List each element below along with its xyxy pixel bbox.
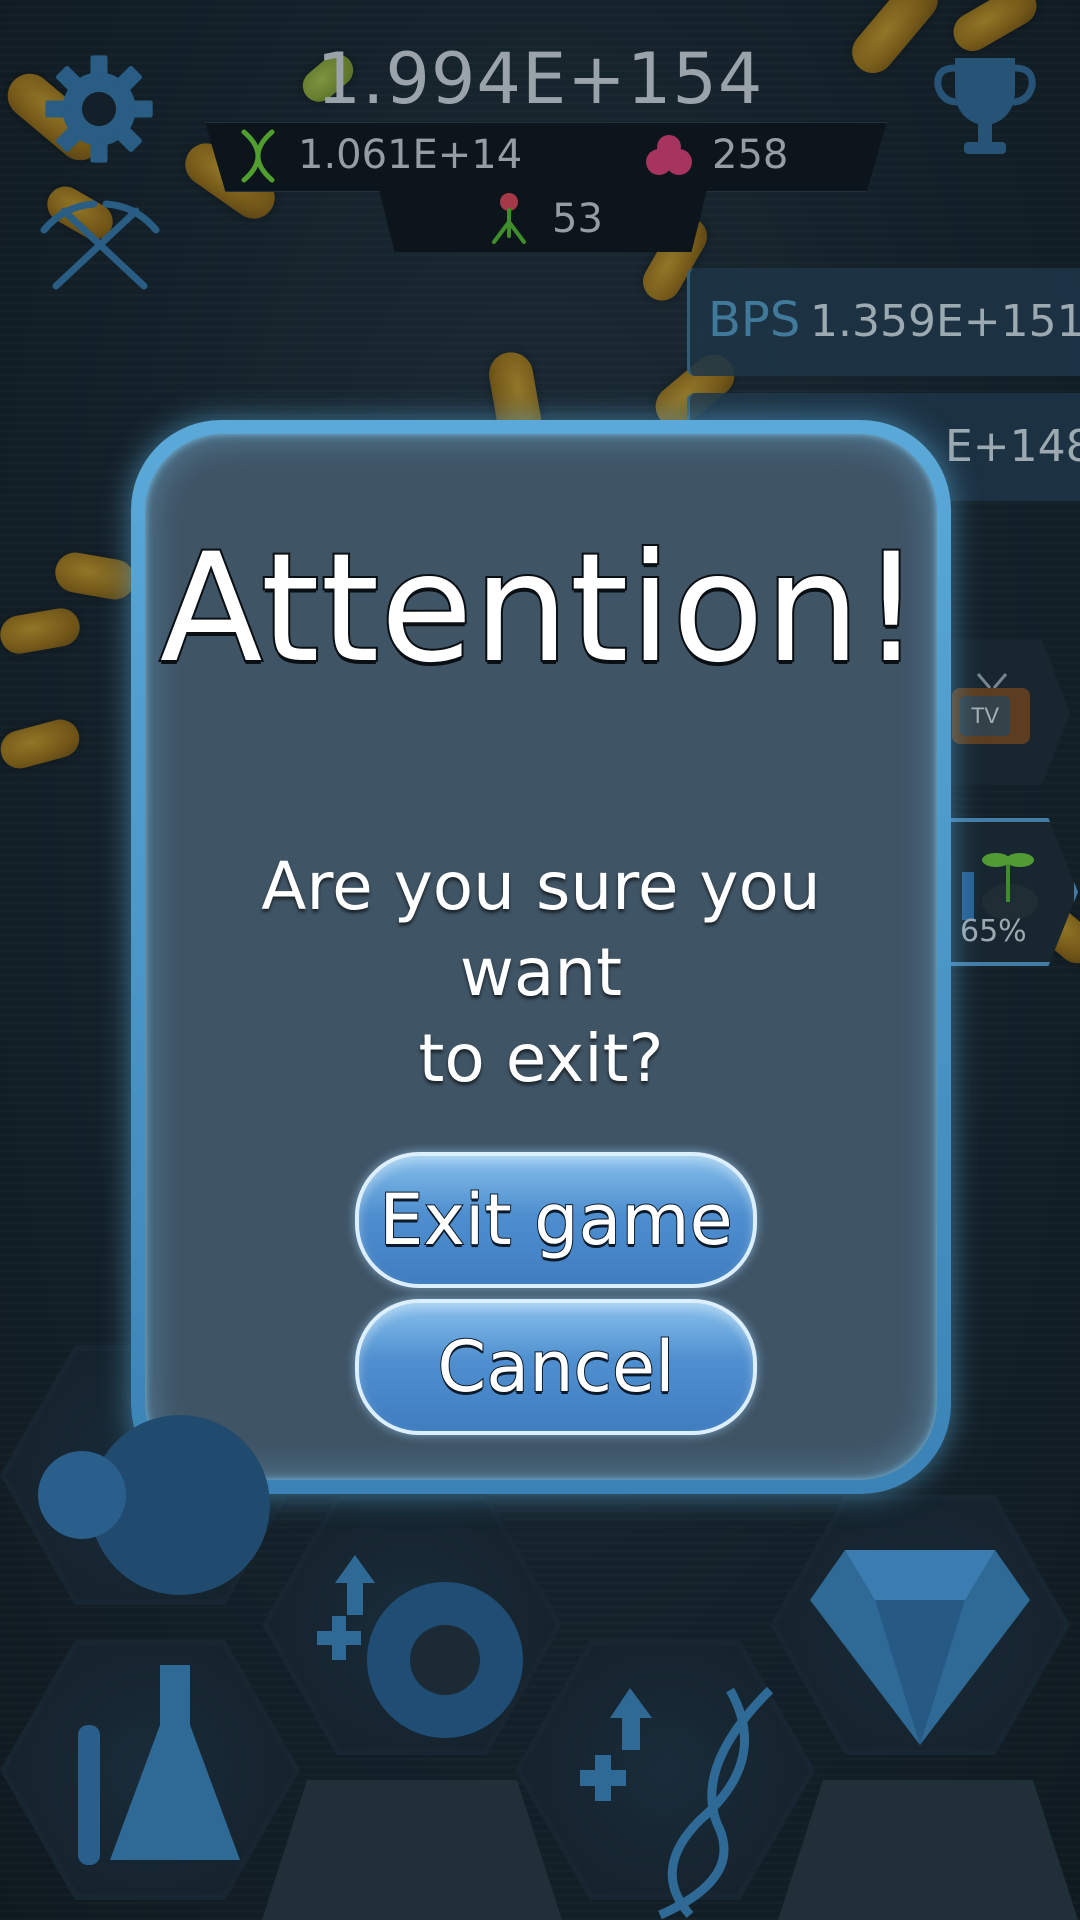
petri-dish-icon (38, 1415, 270, 1595)
cancel-button[interactable]: Cancel (355, 1299, 757, 1435)
exit-game-button[interactable]: Exit game (355, 1152, 757, 1288)
diamond-icon (810, 1550, 1030, 1745)
flask-icon (78, 1665, 240, 1865)
dialog-message: Are you sure you want to exit? (185, 844, 897, 1102)
dialog-message-line2: to exit? (418, 1020, 664, 1097)
gear-upgrade-icon (317, 1555, 523, 1738)
dialog-message-line1: Are you sure you want (261, 848, 821, 1011)
exit-dialog: Attention! Are you sure you want to exit… (131, 420, 951, 1494)
dialog-title: Attention! (158, 520, 923, 698)
dna-upgrade-icon (580, 1686, 774, 1920)
exit-dialog-body: Attention! Are you sure you want to exit… (145, 434, 937, 1480)
